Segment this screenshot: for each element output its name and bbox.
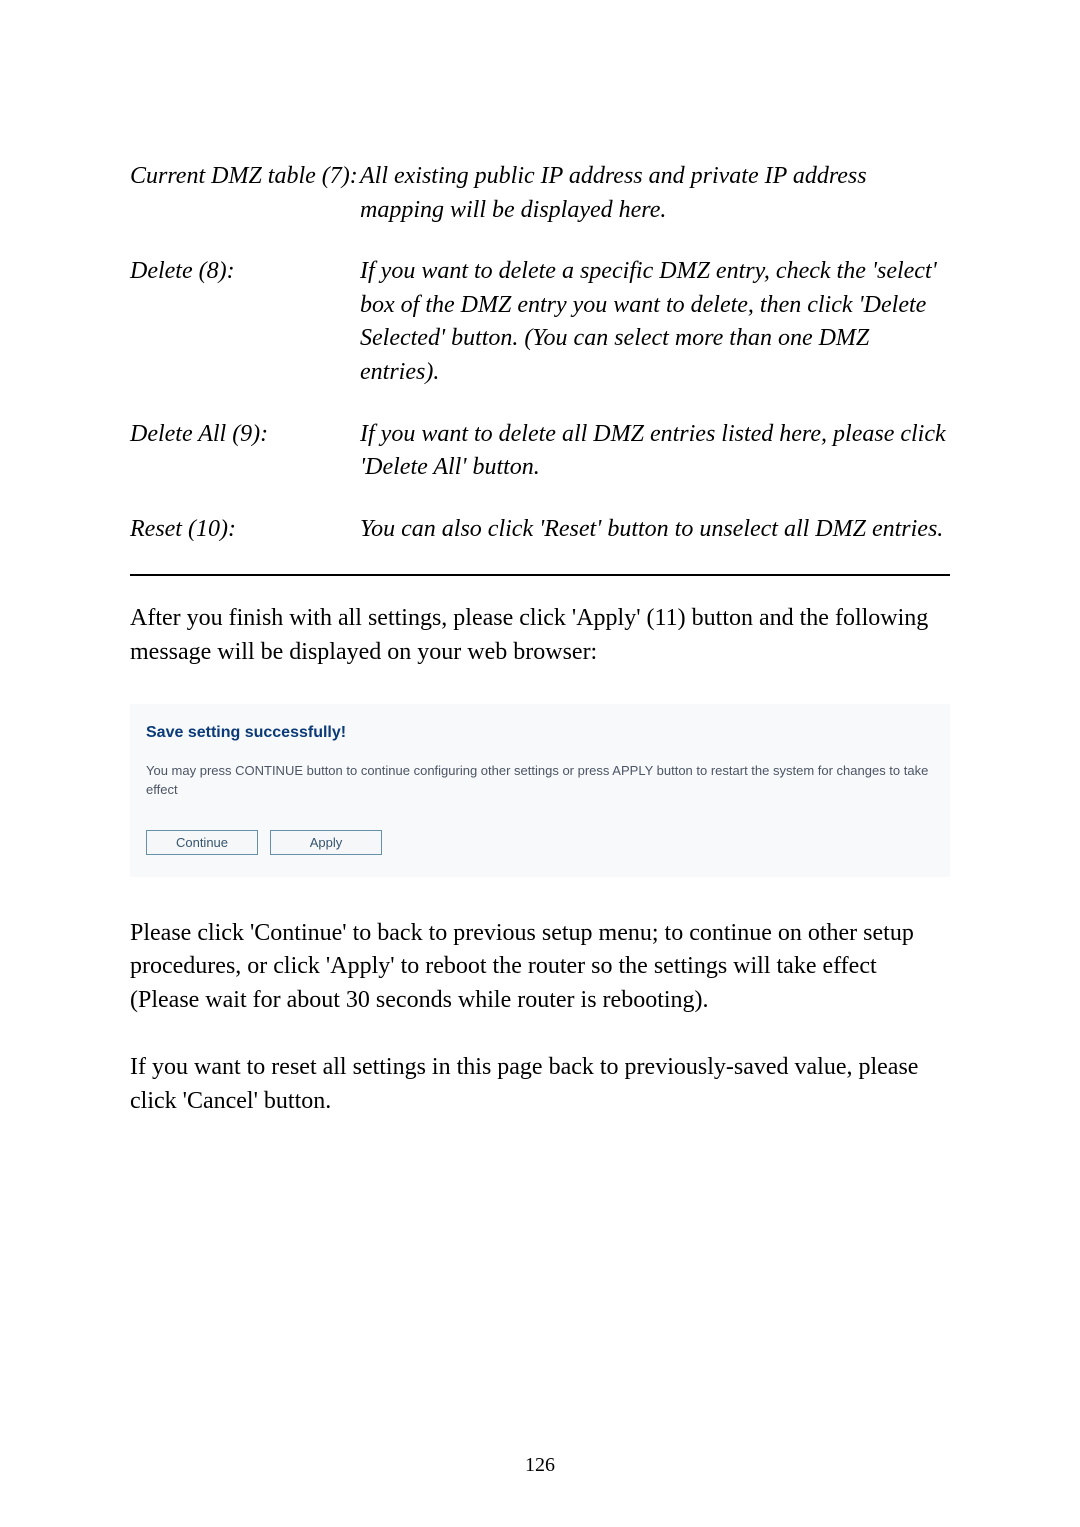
- dialog-title: Save setting successfully!: [146, 722, 934, 744]
- paragraph-reset-note: If you want to reset all settings in thi…: [130, 1051, 950, 1118]
- definition-description: If you want to delete all DMZ entries li…: [360, 418, 950, 485]
- paragraph-explanation: Please click 'Continue' to back to previ…: [130, 917, 950, 1018]
- definition-list: Current DMZ table (7): All existing publ…: [130, 160, 950, 546]
- dialog-button-row: Continue Apply: [146, 830, 934, 855]
- definition-term: Reset (10):: [130, 513, 360, 547]
- page-number: 126: [0, 1451, 1080, 1479]
- dialog-message: You may press CONTINUE button to continu…: [146, 762, 934, 800]
- definition-description: If you want to delete a specific DMZ ent…: [360, 255, 950, 389]
- definition-description: You can also click 'Reset' button to uns…: [360, 513, 950, 547]
- definition-term: Delete (8):: [130, 255, 360, 289]
- definition-row: Reset (10): You can also click 'Reset' b…: [130, 513, 950, 547]
- apply-button[interactable]: Apply: [270, 830, 382, 855]
- section-divider: [130, 574, 950, 576]
- save-successful-dialog: Save setting successfully! You may press…: [130, 704, 950, 877]
- definition-row: Delete All (9): If you want to delete al…: [130, 418, 950, 485]
- definition-row: Current DMZ table (7): All existing publ…: [130, 160, 950, 227]
- continue-button[interactable]: Continue: [146, 830, 258, 855]
- paragraph-after-settings: After you finish with all settings, plea…: [130, 602, 950, 669]
- definition-term: Delete All (9):: [130, 418, 360, 452]
- definition-term: Current DMZ table (7):: [130, 160, 360, 194]
- definition-row: Delete (8): If you want to delete a spec…: [130, 255, 950, 389]
- definition-description: All existing public IP address and priva…: [360, 160, 950, 227]
